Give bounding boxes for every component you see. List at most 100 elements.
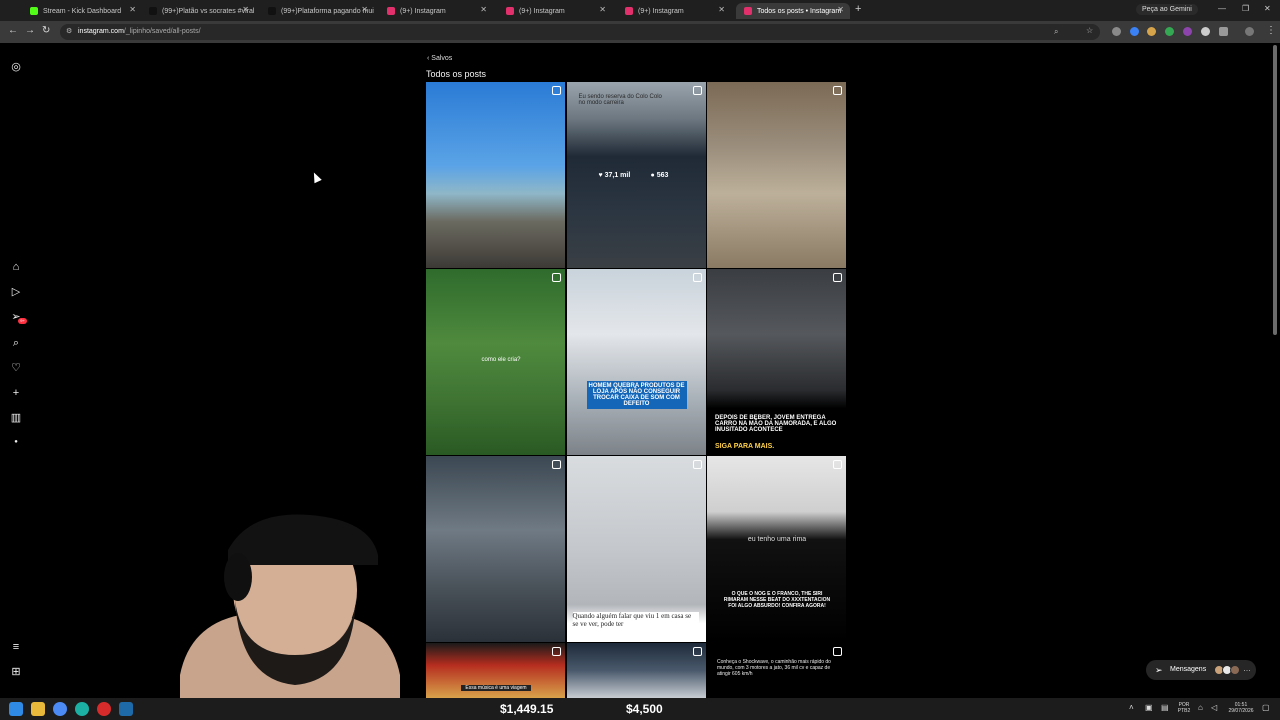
saved-post[interactable] (566, 643, 706, 698)
forward-arrow-icon[interactable]: → (25, 25, 35, 36)
tab-favicon-icon (30, 7, 38, 15)
browser-tab[interactable]: (9+) Instagram ✕ (617, 3, 731, 19)
browser-tab[interactable]: (9+) Instagram ✕ (379, 3, 493, 19)
close-window-icon[interactable]: ✕ (1264, 4, 1271, 13)
webcam-overlay (180, 514, 400, 698)
notifications-heart-icon[interactable]: ♡ (10, 362, 22, 374)
reel-icon (833, 86, 842, 95)
reels-icon[interactable]: ▷ (10, 286, 22, 298)
file-explorer-icon[interactable] (31, 702, 45, 716)
back-to-saved-link[interactable]: ‹ Salvos (427, 55, 452, 62)
saved-post[interactable] (707, 82, 846, 268)
reel-icon (833, 647, 842, 656)
zoom-icon[interactable]: ⌕ (1054, 27, 1058, 37)
reel-icon (692, 460, 702, 469)
post-caption: DEPOIS DE BEBER, JOVEM ENTREGA CARRO NA … (715, 415, 837, 433)
create-plus-icon[interactable]: + (10, 387, 22, 399)
profile-avatar-icon[interactable]: ● (10, 436, 22, 448)
saved-post[interactable]: HOMEM QUEBRA PRODUTOS DE LOJA APÓS NÃO C… (566, 269, 706, 455)
post-caption: HOMEM QUEBRA PRODUTOS DE LOJA APÓS NÃO C… (586, 381, 687, 409)
saved-post[interactable]: eu tenho uma rima O QUE O NOG E O FRANCO,… (707, 456, 846, 642)
tab-close-icon[interactable]: ✕ (242, 5, 249, 14)
extension-icon[interactable] (1112, 27, 1121, 36)
tab-close-icon[interactable]: ✕ (129, 5, 136, 14)
browser-tab[interactable]: Todos os posts • Instagram ✕ (736, 3, 850, 19)
more-menu-icon[interactable]: ≡ (10, 641, 22, 653)
extensions-puzzle-icon[interactable] (1219, 27, 1228, 36)
dashboard-icon[interactable]: ▥ (10, 412, 22, 424)
tab-close-icon[interactable]: ✕ (718, 5, 725, 14)
post-caption: Conheça o Shockwave, o caminhão mais ráp… (717, 659, 831, 677)
browser-tab[interactable]: (99+)Plataforma pagando muit ✕ (260, 3, 374, 19)
tab-close-icon[interactable]: ✕ (599, 5, 606, 14)
restore-icon[interactable]: ❐ (1242, 4, 1249, 13)
tab-favicon-icon (149, 7, 157, 15)
clock[interactable]: 01:51 29/07/2026 (1226, 702, 1256, 714)
volume-icon[interactable]: ◁ (1211, 703, 1217, 712)
saved-post[interactable]: como ele cria? (426, 269, 565, 455)
network-icon[interactable]: ⌂ (1198, 703, 1203, 712)
tab-close-icon[interactable]: ✕ (480, 5, 487, 14)
page-title: Todos os posts (426, 69, 487, 79)
search-icon[interactable]: ⌕ (10, 337, 22, 349)
reel-icon (692, 86, 702, 95)
tray-chevron-icon[interactable]: ˄ (1129, 703, 1134, 712)
likes-count: ♥ 37,1 mil (599, 172, 631, 179)
language-indicator[interactable]: POR PTB2 (1176, 702, 1192, 714)
saved-post[interactable] (426, 82, 565, 268)
chrome-icon[interactable] (53, 702, 67, 716)
notification-center-icon[interactable]: ▢ (1262, 703, 1270, 712)
tab-close-icon[interactable]: ✕ (837, 5, 844, 14)
tab-favicon-icon (744, 7, 752, 15)
opera-icon[interactable] (97, 702, 111, 716)
reel-icon (692, 273, 702, 282)
reload-icon[interactable]: ↻ (42, 25, 50, 36)
site-info-icon[interactable]: ⚙ (66, 27, 72, 35)
messages-button[interactable]: ➢ Mensagens … (1146, 660, 1256, 680)
app-icon[interactable] (119, 702, 133, 716)
browser-tab-strip: Stream - Kick Dashboard ✕ (99+)Platão vs s… (0, 0, 1280, 21)
bookmark-star-icon[interactable]: ☆ (1086, 26, 1093, 35)
browser-toolbar: ← → ↻ ⚙ instagram.com/_lipinho/saved/all… (0, 21, 1280, 43)
keyboard-layout: PTB2 (1177, 708, 1191, 714)
edge-icon[interactable] (75, 702, 89, 716)
tray-icon[interactable]: ▣ (1145, 703, 1153, 712)
also-from-meta-icon[interactable]: ⊞ (10, 666, 22, 678)
messages-label: Mensagens (1170, 666, 1207, 673)
gemini-button[interactable]: Peça ao Gemini (1136, 4, 1198, 15)
address-bar[interactable]: ⚙ instagram.com/_lipinho/saved/all-posts… (60, 24, 1100, 40)
saved-post[interactable] (426, 456, 565, 642)
menu-kebab-icon[interactable]: ⋮ (1266, 25, 1276, 36)
reel-icon (833, 460, 842, 469)
extension-icon[interactable] (1183, 27, 1192, 36)
profile-avatar[interactable] (1245, 27, 1254, 36)
browser-tab[interactable]: Stream - Kick Dashboard ✕ (22, 3, 142, 19)
instagram-logo-icon[interactable]: ◎ (10, 61, 22, 73)
comments-count: ● 563 (651, 172, 669, 179)
back-arrow-icon[interactable]: ← (8, 25, 18, 36)
tab-favicon-icon (506, 7, 514, 15)
extension-icon[interactable] (1130, 27, 1139, 36)
post-caption: SIGA PARA MAIS. (715, 443, 775, 450)
windows-start-icon[interactable] (9, 702, 23, 716)
saved-post[interactable]: Eu sendo reserva do Colo Colo no modo ca… (566, 82, 706, 268)
extension-icon[interactable] (1201, 27, 1210, 36)
saved-post[interactable]: DEPOIS DE BEBER, JOVEM ENTREGA CARRO NA … (707, 269, 846, 455)
reel-icon (552, 86, 561, 95)
extension-icon[interactable] (1165, 27, 1174, 36)
likes-value: 37,1 mil (604, 172, 631, 179)
minimize-icon[interactable]: — (1218, 4, 1226, 13)
page-scrollbar[interactable] (1273, 45, 1277, 335)
extension-icon[interactable] (1147, 27, 1156, 36)
post-caption: como ele cria? (481, 357, 521, 363)
tray-icon[interactable]: ▤ (1161, 703, 1169, 712)
new-tab-button[interactable]: + (855, 3, 861, 15)
saved-post[interactable]: Quando alguém falar que viu 1 em casa se… (566, 456, 706, 642)
saved-post[interactable]: Conheça o Shockwave, o caminhão mais ráp… (707, 643, 846, 698)
saved-post[interactable]: Essa música é uma viagem (426, 643, 565, 698)
home-icon[interactable]: ⌂ (10, 261, 22, 273)
browser-tab[interactable]: (9+) Instagram ✕ (498, 3, 612, 19)
tab-close-icon[interactable]: ✕ (361, 5, 368, 14)
overlay-amount: $1,449.15 (500, 702, 554, 716)
browser-tab[interactable]: (99+)Platão vs socrates #viral # ✕ (141, 3, 255, 19)
